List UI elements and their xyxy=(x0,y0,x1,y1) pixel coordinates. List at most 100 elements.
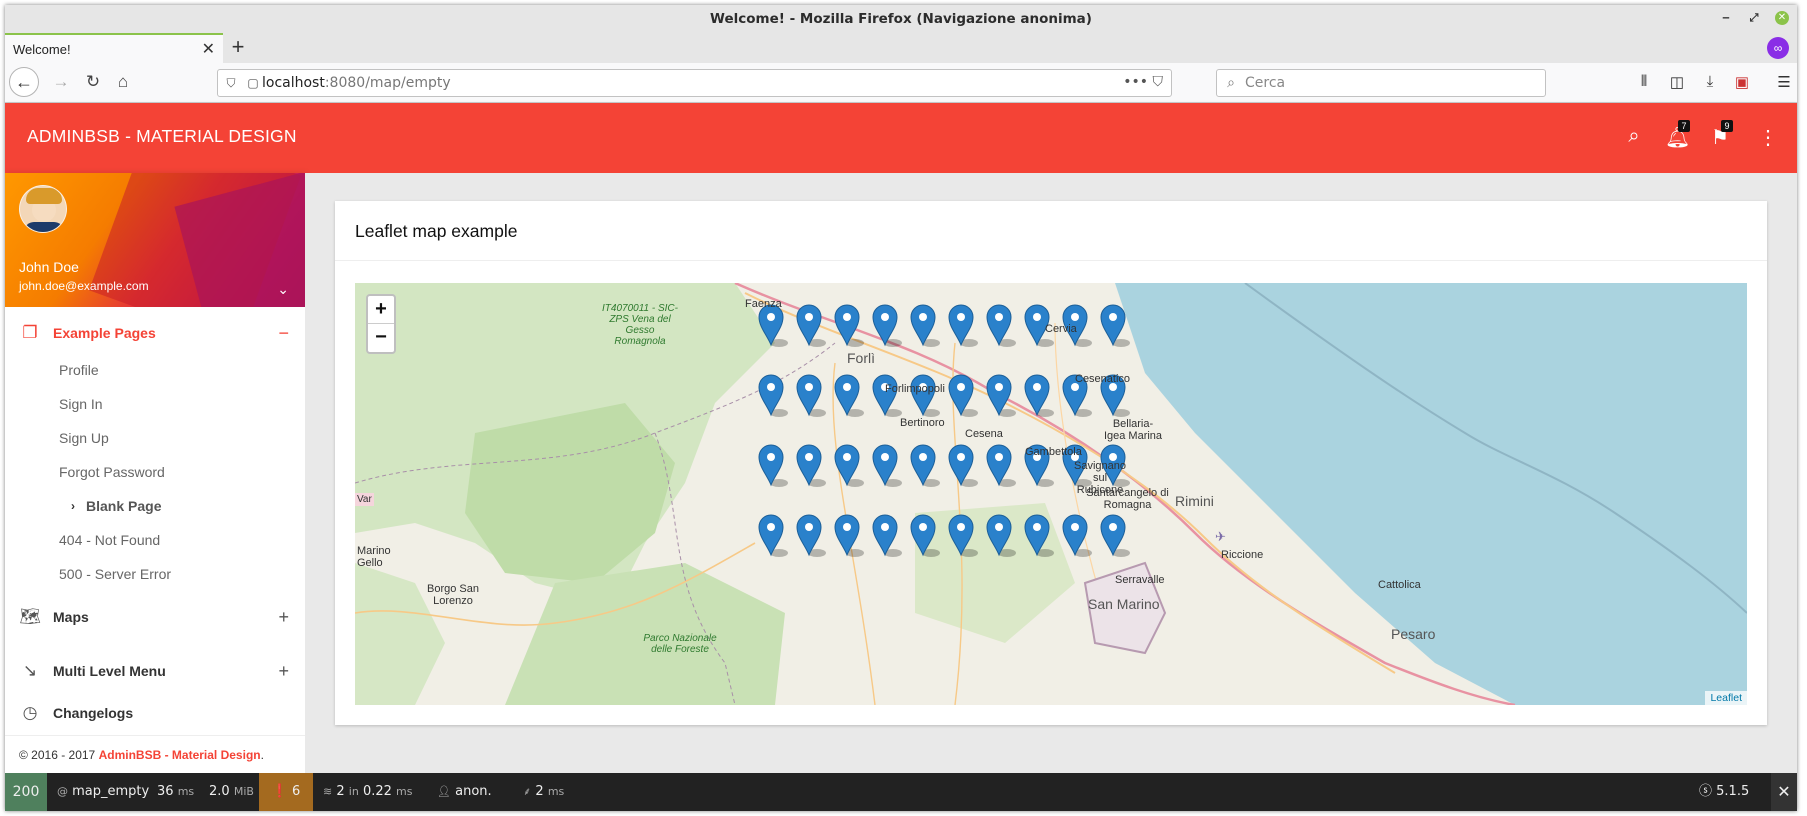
marker-dot xyxy=(843,313,851,321)
map-label: Faenza xyxy=(745,298,782,310)
url-bar[interactable]: ⛉ ▢ localhost:8080/map/empty ••• ⛉ xyxy=(217,69,1172,97)
avatar[interactable] xyxy=(19,185,67,233)
user-menu-chevron-icon[interactable]: ⌄ xyxy=(277,281,289,298)
tracking-shield-icon[interactable]: ⛉ xyxy=(218,76,244,91)
route-item[interactable]: @ map_empty xyxy=(57,773,149,811)
library-icon[interactable]: ⫴ xyxy=(1633,73,1655,90)
marker-dot xyxy=(919,313,927,321)
page-actions-icon[interactable]: ••• ⛉ xyxy=(1123,74,1163,90)
sidebar-item-label: Multi Level Menu xyxy=(53,663,166,679)
security-item[interactable]: 👤︎ anon. xyxy=(437,773,492,811)
hamburger-menu-icon[interactable]: ☰ xyxy=(1773,73,1795,91)
tab-welcome[interactable]: Welcome! ✕ xyxy=(5,33,223,63)
expand-icon: + xyxy=(278,606,289,627)
time-item[interactable]: 36 ms xyxy=(157,773,194,811)
profiler-toolbar: 200 @ map_empty 36 ms 2.0 MiB ❗ 6 ≋ 2 in… xyxy=(5,773,1797,811)
avatar-hair xyxy=(26,188,62,204)
status-code-badge[interactable]: 200 xyxy=(5,773,47,811)
window-titlebar: Welcome! - Mozilla Firefox (Navigazione … xyxy=(5,5,1797,33)
arrow-left-icon: ← xyxy=(15,72,33,92)
marker-dot xyxy=(805,313,813,321)
submenu-label: 500 - Server Error xyxy=(59,566,172,582)
restore-icon[interactable]: ⤢ xyxy=(1747,11,1761,25)
sidebar-item-example-pages[interactable]: ❐ Example Pages − xyxy=(5,313,305,353)
marker-dot xyxy=(843,523,851,531)
footer-brand-link[interactable]: AdminBSB - Material Design xyxy=(99,748,261,762)
logs-warning-item[interactable]: ❗ 6 xyxy=(259,773,313,811)
user-email: john.doe@example.com xyxy=(19,279,149,293)
submenu-label: Forgot Password xyxy=(59,464,165,480)
search-bar[interactable]: ⌕ Cerca xyxy=(1216,69,1546,97)
left-sidebar: John Doe john.doe@example.com ⌄ ❐ Exampl… xyxy=(5,173,305,773)
symfony-version-item[interactable]: ⓢ 5.1.5 xyxy=(1699,773,1749,811)
new-tab-button[interactable]: + xyxy=(223,33,253,63)
memory-item[interactable]: 2.0 MiB xyxy=(209,773,254,811)
search-icon[interactable]: ⌕ xyxy=(1622,125,1646,148)
map-card: Leaflet map example ✈ Faenza IT4070011 -… xyxy=(335,201,1767,725)
trending-down-icon: ↘ xyxy=(22,661,38,680)
twig-time: 2 xyxy=(535,784,544,799)
database-item[interactable]: ≋ 2 in 0.22 ms xyxy=(323,773,413,811)
firefox-window: Welcome! - Mozilla Firefox (Navigazione … xyxy=(5,5,1797,811)
app-brand[interactable]: ADMINBSB - MATERIAL DESIGN xyxy=(27,126,297,147)
forward-icon[interactable]: → xyxy=(51,72,71,92)
marker-dot xyxy=(1071,313,1079,321)
sidebar-item-changelogs[interactable]: ◷ Changelogs xyxy=(5,693,305,733)
sidebar-item-label: Changelogs xyxy=(53,705,134,721)
marker-dot xyxy=(1109,523,1117,531)
tab-close-icon[interactable]: ✕ xyxy=(202,39,215,59)
back-button[interactable]: ← xyxy=(9,67,39,97)
zoom-control: + − xyxy=(366,294,396,354)
submenu-item-404[interactable]: 404 - Not Found xyxy=(5,523,305,557)
close-toolbar-icon[interactable]: ✕ xyxy=(1771,773,1797,811)
sidebar-item-maps[interactable]: 🗺︎ Maps + xyxy=(5,597,305,637)
marker-dot xyxy=(1033,313,1041,321)
marker-dot xyxy=(767,523,775,531)
submenu-item-blank-page[interactable]: › Blank Page xyxy=(5,489,305,523)
db-queries: 2 xyxy=(336,784,345,799)
extension-icon[interactable]: ▣ xyxy=(1731,73,1753,91)
map-label: Cervia xyxy=(1045,323,1077,335)
submenu-label: Sign In xyxy=(59,396,103,412)
zoom-in-button[interactable]: + xyxy=(368,296,394,324)
memory-unit: MiB xyxy=(233,785,254,798)
marker-dot xyxy=(919,453,927,461)
map-attribution-link[interactable]: Leaflet xyxy=(1705,691,1747,705)
map-label: Marino Gello xyxy=(357,545,391,569)
submenu-item-sign-in[interactable]: Sign In xyxy=(5,387,305,421)
window-title: Welcome! - Mozilla Firefox (Navigazione … xyxy=(710,11,1092,27)
tab-strip: Welcome! ✕ + ∞ xyxy=(5,33,1797,63)
route-name: map_empty xyxy=(72,784,150,799)
notifications-badge: 7 xyxy=(1678,120,1690,132)
close-window-icon[interactable]: ✕ xyxy=(1775,11,1789,25)
marker-dot xyxy=(805,523,813,531)
search-placeholder: Cerca xyxy=(1245,75,1286,91)
database-layers-icon: ≋ xyxy=(323,785,333,798)
sidebar-item-multi-level-menu[interactable]: ↘ Multi Level Menu + xyxy=(5,651,305,691)
main-content: Leaflet map example ✈ Faenza IT4070011 -… xyxy=(305,173,1797,773)
map-label: Forlì xyxy=(847,350,875,366)
zoom-out-button[interactable]: − xyxy=(368,324,394,352)
map-label: Bellaria-Igea Marina xyxy=(1103,418,1163,442)
home-icon[interactable]: ⌂ xyxy=(113,72,133,92)
warning-count: 6 xyxy=(292,784,301,799)
map-tiles: ✈ xyxy=(355,283,1747,705)
downloads-icon[interactable]: ⤓ xyxy=(1699,73,1721,90)
submenu-item-profile[interactable]: Profile xyxy=(5,353,305,387)
submenu-item-forgot-password[interactable]: Forgot Password xyxy=(5,455,305,489)
history-icon: ◷ xyxy=(22,703,38,722)
leaflet-map[interactable]: ✈ Faenza IT4070011 - SIC-ZPS Vena del Ge… xyxy=(355,283,1747,705)
more-vert-icon[interactable]: ⋮ xyxy=(1756,125,1780,150)
sidebar-item-label: Maps xyxy=(53,609,89,625)
minimize-icon[interactable]: ‒ xyxy=(1719,11,1733,25)
search-icon: ⌕ xyxy=(1227,75,1235,91)
marker-dot xyxy=(767,453,775,461)
map-label: Cesenatico xyxy=(1075,373,1131,385)
submenu-item-sign-up[interactable]: Sign Up xyxy=(5,421,305,455)
twig-item[interactable]: ⸙ 2 ms xyxy=(523,773,564,811)
submenu-item-500[interactable]: 500 - Server Error xyxy=(5,557,305,591)
page-info-icon[interactable]: ▢ xyxy=(244,76,262,90)
marker-dot xyxy=(843,383,851,391)
sidebar-toggle-icon[interactable]: ◫ xyxy=(1666,73,1688,91)
reload-icon[interactable]: ↻ xyxy=(83,72,103,92)
